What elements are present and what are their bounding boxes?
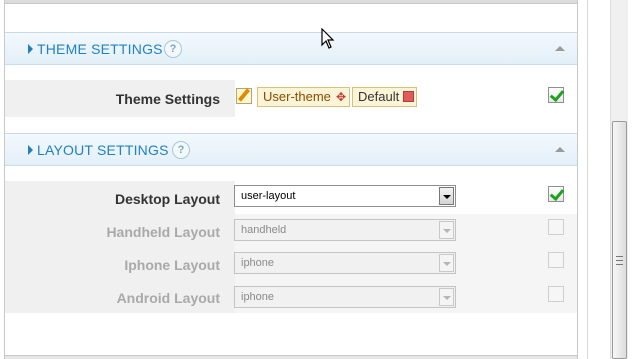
desktop-layout-select[interactable]: user-layout [234, 185, 456, 207]
help-icon[interactable]: ? [164, 40, 182, 58]
theme-settings-title: THEME SETTINGS [37, 41, 163, 57]
chevron-down-icon[interactable] [439, 187, 454, 205]
edit-theme-icon[interactable] [236, 88, 252, 104]
theme-tag-default[interactable]: Default [352, 87, 417, 107]
iphone-layout-select[interactable]: iphone [234, 252, 456, 274]
bottom-divider [5, 355, 577, 359]
select-value: iphone [241, 291, 275, 303]
desktop-layout-checkbox[interactable] [548, 186, 564, 202]
handheld-layout-checkbox[interactable] [548, 219, 564, 235]
label-cell: Iphone Layout [5, 247, 235, 280]
select-value: handheld [241, 224, 287, 236]
theme-settings-label: Theme Settings [115, 91, 220, 107]
theme-tag-user[interactable]: User-theme ✥ [257, 87, 350, 107]
label-cell: Theme Settings [5, 80, 235, 117]
remove-icon[interactable] [403, 91, 414, 102]
expand-arrow-icon [28, 44, 33, 54]
select-value: iphone [241, 257, 275, 269]
android-layout-label: Android Layout [116, 290, 220, 306]
label-cell: Desktop Layout [5, 181, 235, 214]
handheld-layout-label: Handheld Layout [106, 224, 220, 240]
select-value: user-layout [241, 190, 296, 202]
handheld-layout-select[interactable]: handheld [234, 219, 456, 241]
desktop-layout-label: Desktop Layout [114, 191, 220, 207]
iphone-layout-label: Iphone Layout [124, 257, 220, 273]
top-divider [5, 0, 577, 4]
move-icon[interactable]: ✥ [336, 88, 346, 106]
layout-settings-header[interactable]: LAYOUT SETTINGS ? [5, 133, 577, 166]
collapse-icon[interactable] [555, 46, 565, 51]
help-icon[interactable]: ? [172, 141, 190, 159]
expand-arrow-icon [28, 145, 33, 155]
theme-tag-label: User-theme [263, 89, 331, 104]
scrollbar-thumb[interactable] [612, 121, 627, 359]
label-cell: Handheld Layout [5, 214, 235, 247]
android-layout-select[interactable]: iphone [234, 286, 456, 308]
chevron-down-icon[interactable] [439, 254, 454, 272]
collapse-icon[interactable] [555, 147, 565, 152]
chevron-down-icon[interactable] [439, 288, 454, 306]
layout-settings-title: LAYOUT SETTINGS [37, 142, 169, 158]
window-edge [587, 0, 588, 359]
theme-tag-label: Default [358, 89, 400, 104]
scrollbar-grip-icon [616, 256, 623, 265]
iphone-layout-checkbox[interactable] [548, 252, 564, 268]
theme-settings-header[interactable]: THEME SETTINGS ? [5, 32, 577, 65]
mouse-cursor-icon [321, 28, 335, 49]
chevron-down-icon[interactable] [439, 221, 454, 239]
theme-settings-checkbox[interactable] [548, 87, 564, 103]
label-cell: Android Layout [5, 280, 235, 313]
android-layout-checkbox[interactable] [548, 286, 564, 302]
